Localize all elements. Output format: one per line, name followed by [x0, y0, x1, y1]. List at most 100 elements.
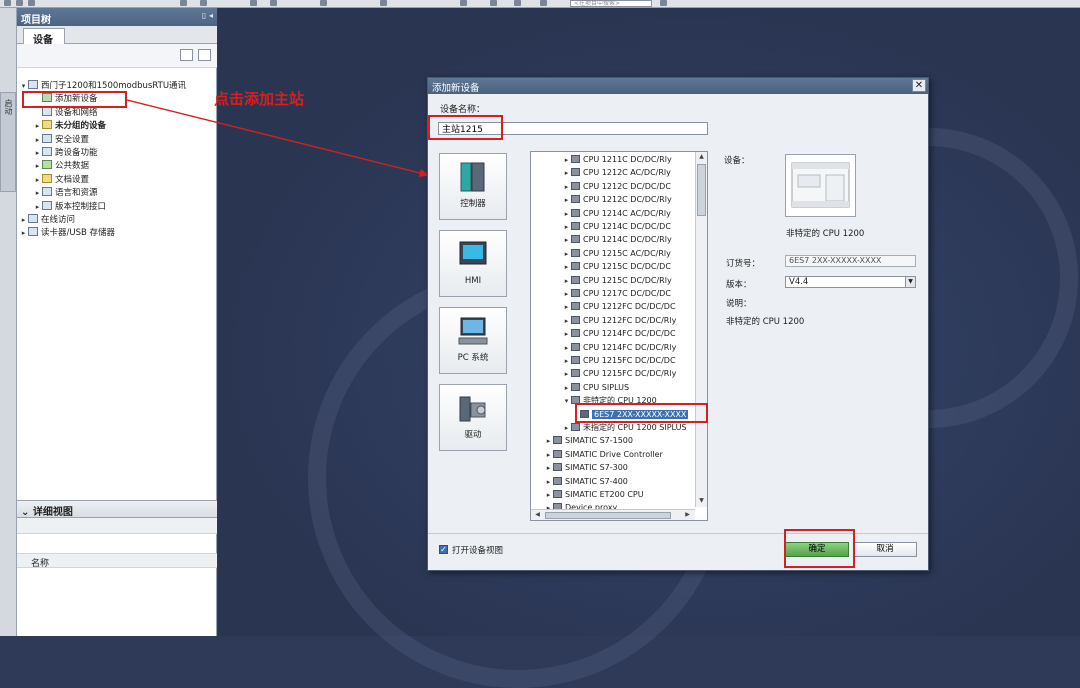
chevron-down-icon[interactable]: ⌄ [21, 507, 29, 518]
cancel-button[interactable]: 取消 [853, 542, 917, 557]
open-project-icon[interactable] [16, 0, 23, 6]
expand-right-icon[interactable]: ▸ [562, 248, 571, 261]
expand-right-icon[interactable]: ▸ [562, 154, 571, 167]
expand-right-icon[interactable]: ▸ [562, 368, 571, 381]
expand-right-icon[interactable]: ▸ [562, 181, 571, 194]
save-project-icon[interactable] [28, 0, 35, 6]
catalog-item[interactable]: ▸ CPU 1214C DC/DC/Rly [562, 233, 672, 246]
scroll-down-icon[interactable]: ▼ [696, 496, 707, 507]
cut-icon[interactable] [180, 0, 187, 6]
expand-right-icon[interactable]: ▸ [562, 221, 571, 234]
catalog-item[interactable]: ▸ CPU 1212FC DC/DC/DC [562, 300, 676, 313]
catalog-item[interactable]: ▸ CPU 1215FC DC/DC/DC [562, 354, 676, 367]
expand-down-icon[interactable]: ▾ [562, 395, 571, 408]
expand-right-icon[interactable]: ▸ [33, 160, 42, 173]
expand-right-icon[interactable]: ▸ [562, 194, 571, 207]
scroll-up-icon[interactable]: ▲ [696, 152, 707, 163]
expand-right-icon[interactable]: ▸ [544, 435, 553, 448]
vertical-scroll-thumb[interactable] [697, 164, 706, 216]
expand-right-icon[interactable]: ▸ [33, 147, 42, 160]
expand-right-icon[interactable]: ▸ [562, 328, 571, 341]
tree-item[interactable]: ▸ 读卡器/USB 存储器 [19, 227, 115, 240]
start-cpu-icon[interactable] [490, 0, 497, 6]
expand-right-icon[interactable]: ▸ [544, 449, 553, 462]
tree-item[interactable]: 设备和网络 [33, 106, 98, 120]
detail-view-header[interactable]: ⌄ 详细视图 [17, 500, 217, 518]
expand-right-icon[interactable]: ▸ [19, 214, 28, 227]
catalog-item[interactable]: ▸ CPU 1212C AC/DC/Rly [562, 166, 671, 179]
go-online-icon[interactable] [320, 0, 327, 6]
expand-right-icon[interactable]: ▸ [33, 187, 42, 200]
expand-right-icon[interactable]: ▸ [33, 134, 42, 147]
sync-icon[interactable] [198, 49, 211, 61]
horizontal-scroll-thumb[interactable] [545, 512, 671, 519]
expand-right-icon[interactable]: ▸ [562, 275, 571, 288]
scroll-right-icon[interactable]: ▶ [682, 510, 693, 520]
category-drive-button[interactable]: 驱动 [439, 384, 507, 451]
scroll-left-icon[interactable]: ◀ [532, 510, 543, 520]
panel-collapse-icon[interactable]: ▯ ◂ [202, 11, 213, 20]
catalog-item[interactable]: ▸ CPU 1214FC DC/DC/Rly [562, 341, 676, 354]
undo-icon[interactable] [200, 0, 207, 6]
expand-right-icon[interactable]: ▸ [562, 355, 571, 368]
detail-view-column-name[interactable]: 名称 [17, 553, 217, 569]
expand-right-icon[interactable]: ▸ [562, 167, 571, 180]
expand-right-icon[interactable]: ▸ [562, 261, 571, 274]
version-select[interactable]: V4.4 ▼ [785, 276, 916, 288]
catalog-item[interactable]: ▸ CPU 1217C DC/DC/DC [562, 287, 671, 300]
expand-right-icon[interactable]: ▸ [562, 315, 571, 328]
download-icon[interactable] [250, 0, 257, 6]
accessible-devices-icon[interactable] [460, 0, 467, 6]
catalog-item[interactable]: ▸ SIMATIC ET200 CPU [544, 488, 644, 501]
expand-right-icon[interactable]: ▸ [562, 288, 571, 301]
go-offline-icon[interactable] [380, 0, 387, 6]
catalog-item[interactable]: ▸ CPU SIPLUS [562, 381, 629, 394]
catalog-item[interactable]: ▸ CPU 1212FC DC/DC/Rly [562, 314, 676, 327]
expand-right-icon[interactable]: ▸ [544, 489, 553, 502]
catalog-item[interactable]: ▸ CPU 1214C AC/DC/Rly [562, 207, 671, 220]
chevron-down-icon[interactable]: ▼ [905, 277, 915, 287]
catalog-item[interactable]: ▸ CPU 1215C DC/DC/Rly [562, 274, 672, 287]
tree-item[interactable]: ▸ 文档设置 [33, 173, 89, 187]
category-controller-button[interactable]: 控制器 [439, 153, 507, 220]
category-hmi-button[interactable]: HMI [439, 230, 507, 297]
upload-icon[interactable] [270, 0, 277, 6]
catalog-item[interactable]: ▸ CPU 1215C DC/DC/DC [562, 260, 671, 273]
catalog-item[interactable]: ▸ CPU 1212C DC/DC/DC [562, 180, 671, 193]
expand-right-icon[interactable]: ▸ [544, 476, 553, 489]
catalog-item[interactable]: ▸ CPU 1215FC DC/DC/Rly [562, 367, 676, 380]
expand-right-icon[interactable]: ▸ [33, 201, 42, 214]
open-device-view-checkbox[interactable]: ✓ [439, 545, 448, 554]
catalog-item[interactable]: ▸ SIMATIC S7-1500 [544, 434, 633, 447]
catalog-horizontal-scrollbar[interactable]: ◀ ▶ [531, 509, 695, 520]
expand-right-icon[interactable]: ▸ [562, 301, 571, 314]
expand-right-icon[interactable]: ▸ [562, 234, 571, 247]
expand-right-icon[interactable]: ▸ [33, 174, 42, 187]
split-editor-icon[interactable] [540, 0, 547, 6]
portal-start-tab[interactable]: 启动 [0, 92, 16, 192]
catalog-item[interactable]: ▸ CPU 1215C AC/DC/Rly [562, 247, 671, 260]
stop-cpu-icon[interactable] [514, 0, 521, 6]
tree-item[interactable]: ▸ 在线访问 [19, 214, 75, 227]
project-search-input[interactable]: <在项目中搜索> [570, 0, 652, 7]
tree-item[interactable]: ▸ 语言和资源 [33, 187, 98, 200]
expand-right-icon[interactable]: ▸ [562, 342, 571, 355]
catalog-item[interactable]: ▸ CPU 1212C DC/DC/Rly [562, 193, 672, 206]
search-icon[interactable] [660, 0, 667, 6]
catalog-item[interactable]: ▸ SIMATIC Drive Controller [544, 448, 663, 461]
overview-icon[interactable] [180, 49, 193, 61]
catalog-vertical-scrollbar[interactable]: ▲ ▼ [695, 152, 707, 507]
tab-devices[interactable]: 设备 [23, 28, 65, 46]
catalog-item[interactable]: ▸ SIMATIC S7-300 [544, 461, 628, 474]
catalog-item[interactable]: ▸ CPU 1214FC DC/DC/DC [562, 327, 676, 340]
new-project-icon[interactable] [4, 0, 11, 6]
tree-item[interactable]: ▸ 公共数据 [33, 160, 89, 173]
tree-item[interactable]: ▸ 未分组的设备 [33, 120, 106, 133]
expand-right-icon[interactable]: ▸ [33, 120, 42, 133]
catalog-item[interactable]: ▸ CPU 1214C DC/DC/DC [562, 220, 671, 233]
expand-right-icon[interactable]: ▸ [562, 422, 571, 435]
close-icon[interactable]: ✕ [912, 79, 926, 92]
expand-right-icon[interactable]: ▸ [19, 227, 28, 240]
tree-item[interactable]: ▸ 跨设备功能 [33, 147, 98, 160]
expand-right-icon[interactable]: ▸ [544, 462, 553, 475]
